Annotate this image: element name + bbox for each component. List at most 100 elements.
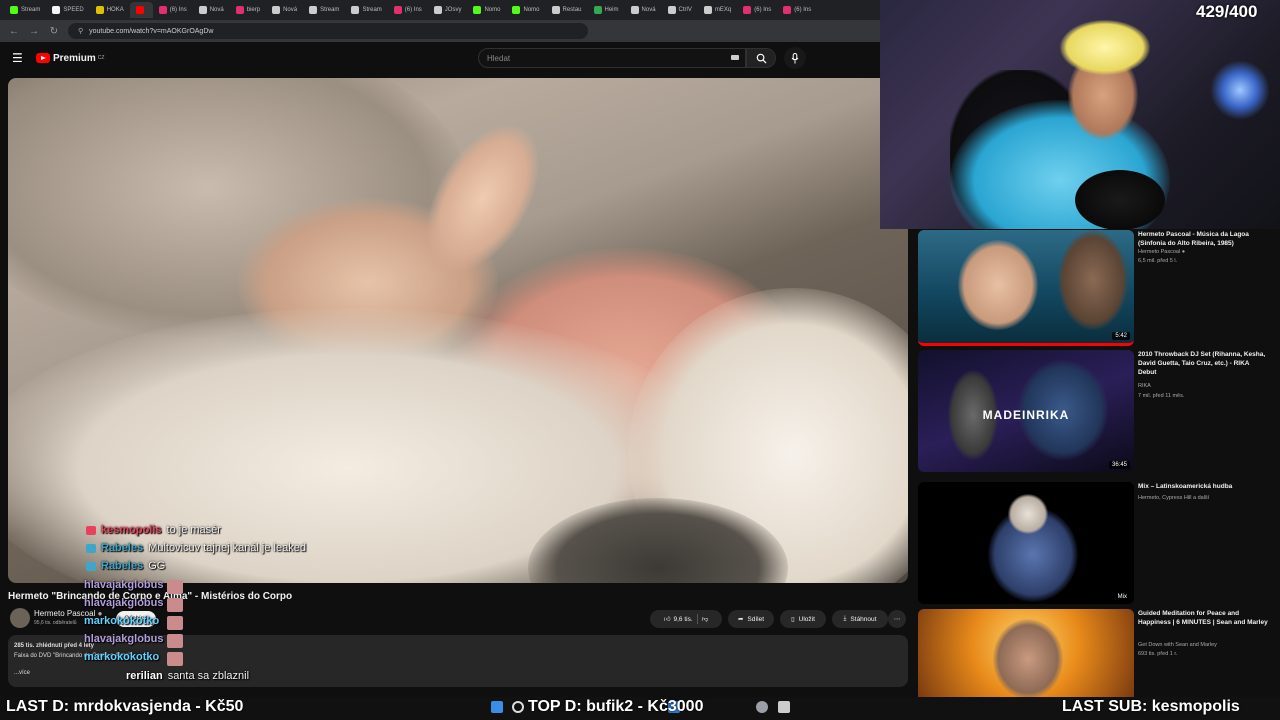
share-label: Sdílet (747, 615, 765, 623)
tab-favicon-icon (235, 6, 244, 14)
taskbar-app-icon[interactable] (778, 701, 790, 713)
browser-tab[interactable]: Restau (546, 2, 588, 18)
streamer-webcam (880, 0, 1280, 229)
taskbar-search-icon[interactable] (512, 701, 524, 713)
chat-badge-icon (86, 525, 96, 535)
webcam-light (1210, 60, 1270, 120)
browser-tab[interactable] (129, 2, 153, 18)
browser-tab[interactable]: Nová (193, 2, 230, 18)
recommendation-channel: Get Down with Sean and Marley (1138, 642, 1217, 648)
like-count: 9,6 tis. (673, 615, 693, 623)
browser-tab[interactable]: CtrlV (662, 2, 698, 18)
chat-text: santa sa zblaznil (167, 670, 250, 682)
browser-tab[interactable]: bierp (230, 2, 266, 18)
browser-tab-strip: Stream SPEED HOKA (6) Ins Nová bierp Nová Strea… (0, 0, 880, 20)
search-placeholder: Hledat (487, 53, 511, 63)
tab-label: HOKA (106, 7, 124, 13)
like-dislike-group: 👍︎ 9,6 tis. 👎︎ (650, 610, 722, 628)
more-icon: ⋯ (893, 616, 901, 623)
like-button[interactable]: 👍︎ 9,6 tis. (664, 615, 693, 624)
recommendation-thumbnail[interactable]: 5:42 (918, 230, 1134, 346)
browser-tab[interactable]: (6) Ins (153, 2, 193, 18)
tab-label: CtrlV (678, 7, 692, 13)
thumbnail-figure (993, 619, 1063, 697)
recommendation-title[interactable]: Hermeto Pascoal - Música da Lagoa (Sinfo… (1138, 230, 1268, 248)
tab-favicon-icon (52, 6, 61, 14)
browser-tab[interactable]: SPEED (46, 2, 89, 18)
chat-text: Multovicuv tajnej kanál je leaked (148, 542, 306, 554)
tab-favicon-icon (351, 6, 360, 14)
taskbar-settings-icon[interactable] (756, 701, 768, 713)
more-actions-button[interactable]: ⋯ (888, 610, 906, 628)
site-info-icon[interactable]: ⚲ (78, 27, 83, 35)
chat-text: GG (148, 560, 166, 572)
browser-tab[interactable]: Stream (303, 2, 345, 18)
tab-favicon-icon (703, 6, 712, 14)
logo-text: Premium (53, 52, 96, 64)
recommendation-stats: 6,5 mil. před 5 l. (1138, 258, 1178, 264)
save-button[interactable]: ▯ Uložit (780, 610, 826, 628)
browser-tab[interactable]: JOsvy (428, 2, 468, 18)
keyboard-icon[interactable] (731, 55, 739, 60)
tab-label: Restau (562, 7, 582, 13)
download-button[interactable]: ⤓ Stáhnout (832, 610, 888, 628)
recommendation-3[interactable]: Mix Mix – Latinskoamerická hudba Hermeto… (918, 482, 1278, 604)
back-icon[interactable]: ← (8, 26, 20, 37)
tab-label: mEXq (714, 7, 732, 13)
hamburger-menu-icon[interactable]: ☰ (12, 51, 32, 65)
share-button[interactable]: ➦ Sdílet (728, 610, 774, 628)
browser-tab[interactable]: mEXq (698, 2, 737, 18)
browser-tab[interactable]: Stream (345, 2, 387, 18)
browser-tab[interactable]: (6) Ins (777, 2, 817, 18)
chat-emote-icon (167, 580, 183, 594)
windows-start-icon[interactable] (491, 701, 503, 713)
recommendation-2[interactable]: MADEINRIKA 36:45 2010 Throwback DJ Set (… (918, 350, 1278, 474)
browser-tab[interactable]: (6) Ins (388, 2, 428, 18)
tab-favicon-icon (433, 6, 442, 14)
chat-spam-username: hlavajakglobus (84, 597, 164, 609)
channel-avatar[interactable] (10, 608, 30, 628)
browser-address-row: ← → ↻ ⚲ youtube.com/watch?v=mAOKGrOAgDw (0, 20, 880, 42)
tab-label: Nová (283, 7, 298, 13)
browser-tab[interactable]: Nová (266, 2, 303, 18)
thumbnail-figure (1058, 230, 1128, 330)
tab-label: Stream (362, 7, 382, 13)
mix-badge: Mix (1114, 593, 1130, 601)
youtube-header: ☰ Premium CZ Hledat (0, 42, 880, 74)
recommendation-title[interactable]: Mix – Latinskoamerická hudba (1138, 482, 1268, 491)
browser-tab[interactable]: Nomo (467, 2, 506, 18)
recommendation-thumbnail[interactable] (918, 609, 1134, 697)
recommendation-stats: 693 tis. před 1 r. (1138, 651, 1178, 657)
browser-tab[interactable]: HOKA (90, 2, 130, 18)
dislike-button[interactable]: 👎︎ (702, 615, 709, 623)
search-icon (756, 53, 767, 64)
tab-label: Nová (641, 7, 656, 13)
search-input[interactable]: Hledat (478, 48, 746, 68)
url-field[interactable]: ⚲ youtube.com/watch?v=mAOKGrOAgDw (68, 23, 588, 39)
logo-region: CZ (97, 55, 105, 61)
chat-message: kesmopolis to je masér (86, 524, 221, 536)
forward-icon[interactable]: → (28, 26, 40, 37)
tab-favicon-icon (393, 6, 402, 14)
recommendation-4[interactable]: Guided Meditation for Peace and Happines… (918, 609, 1278, 697)
video-player[interactable] (8, 78, 908, 583)
recommendation-title[interactable]: 2010 Throwback DJ Set (Rihanna, Kesha, D… (1138, 350, 1268, 377)
tab-favicon-icon (593, 6, 602, 14)
voice-search-button[interactable] (784, 47, 806, 69)
youtube-logo[interactable]: Premium CZ (36, 53, 104, 64)
browser-tab[interactable]: Stream (4, 2, 46, 18)
tab-label: Nomo (523, 7, 540, 13)
tab-favicon-icon (473, 6, 482, 14)
chat-text: to je masér (166, 524, 221, 536)
browser-tab[interactable]: Nomo (506, 2, 545, 18)
recommendation-1[interactable]: 5:42 Hermeto Pascoal - Música da Lagoa (… (918, 230, 1278, 348)
reload-icon[interactable]: ↻ (48, 26, 60, 37)
save-icon: ▯ (791, 616, 795, 623)
recommendation-title[interactable]: Guided Meditation for Peace and Happines… (1138, 609, 1268, 627)
recommendation-thumbnail[interactable]: Mix (918, 482, 1134, 604)
browser-tab[interactable]: Nová (625, 2, 662, 18)
browser-tab[interactable]: Heim (588, 2, 625, 18)
browser-tab[interactable]: (6) Ins (737, 2, 777, 18)
search-button[interactable] (746, 48, 776, 68)
recommendation-thumbnail[interactable]: MADEINRIKA 36:45 (918, 350, 1134, 472)
